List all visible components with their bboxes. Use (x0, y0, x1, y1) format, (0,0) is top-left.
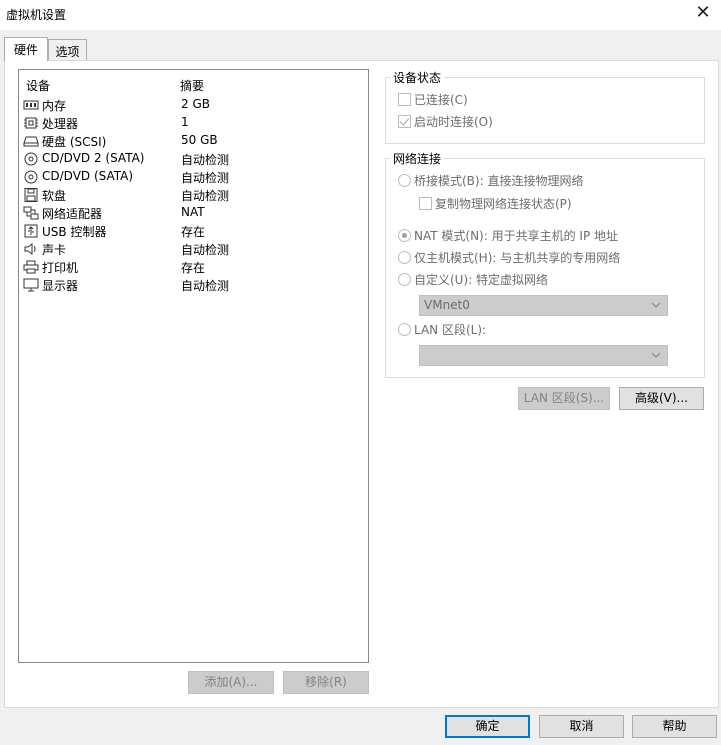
lan-segment-label: LAN 区段(L): (414, 323, 487, 337)
device-summary: 1 (181, 115, 189, 129)
custom-label: 自定义(U): 特定虚拟网络 (414, 273, 549, 287)
bridged-radio[interactable] (398, 174, 411, 187)
tab-options[interactable]: 选项 (48, 39, 87, 61)
device-name: 软盘 (42, 189, 67, 203)
device-row-memory[interactable]: 内存 2 GB (20, 96, 366, 114)
chevron-down-icon (651, 352, 661, 358)
memory-icon (23, 100, 39, 110)
device-name: 显示器 (42, 279, 79, 293)
device-row-processor[interactable]: 处理器 1 (20, 114, 366, 132)
connect-at-power-on-label: 启动时连接(O) (414, 115, 493, 129)
connected-label: 已连接(C) (414, 93, 468, 107)
hard-disk-icon (23, 136, 39, 147)
device-row-hard-disk[interactable]: 硬盘 (SCSI) 50 GB (20, 132, 366, 150)
title-bar: 虚拟机设置 ✕ (0, 0, 721, 30)
device-summary: 2 GB (181, 97, 210, 111)
cd-dvd-icon (24, 152, 38, 166)
device-name: 声卡 (42, 243, 67, 257)
device-summary: 存在 (181, 261, 206, 275)
window-title: 虚拟机设置 (6, 8, 67, 22)
device-row-display[interactable]: 显示器 自动检测 (20, 276, 366, 294)
usb-icon (24, 224, 38, 238)
device-row-floppy[interactable]: 软盘 自动检测 (20, 186, 366, 204)
device-row-usb-controller[interactable]: USB 控制器 存在 (20, 222, 366, 240)
device-name: CD/DVD 2 (SATA) (42, 151, 145, 165)
device-name: USB 控制器 (42, 225, 107, 239)
help-button[interactable]: 帮助 (632, 715, 717, 738)
add-device-button[interactable]: 添加(A)... (188, 671, 274, 694)
device-summary: 50 GB (181, 133, 218, 147)
device-name: 处理器 (42, 117, 79, 131)
device-name: 打印机 (42, 261, 79, 275)
device-summary: 自动检测 (181, 153, 230, 167)
remove-device-button[interactable]: 移除(R) (283, 671, 369, 694)
device-summary: 存在 (181, 225, 206, 239)
connect-at-power-on-checkbox[interactable] (398, 115, 411, 128)
network-adapter-icon (23, 206, 39, 220)
speaker-icon (24, 243, 36, 255)
lan-segment-select[interactable] (419, 345, 668, 366)
custom-radio[interactable] (398, 273, 411, 286)
replicate-state-checkbox[interactable] (419, 197, 432, 210)
custom-network-value: VMnet0 (424, 298, 470, 312)
close-icon[interactable]: ✕ (693, 3, 713, 23)
device-row-cd-dvd[interactable]: CD/DVD (SATA) 自动检测 (20, 168, 366, 186)
cancel-button[interactable]: 取消 (539, 715, 624, 738)
device-summary: 自动检测 (181, 171, 230, 185)
floppy-icon (24, 188, 38, 202)
tab-hardware[interactable]: 硬件 (4, 37, 48, 61)
monitor-icon (23, 278, 39, 292)
host-only-radio[interactable] (398, 251, 411, 264)
device-row-network-adapter[interactable]: 网络适配器 NAT (20, 204, 366, 222)
replicate-state-label: 复制物理网络连接状态(P) (435, 197, 572, 211)
device-row-printer[interactable]: 打印机 存在 (20, 258, 366, 276)
device-name: 内存 (42, 99, 67, 113)
chevron-down-icon (651, 302, 661, 308)
device-name: CD/DVD (SATA) (42, 169, 134, 183)
ok-button[interactable]: 确定 (445, 715, 530, 738)
nat-radio[interactable] (398, 229, 411, 242)
bridged-label: 桥接模式(B): 直接连接物理网络 (414, 174, 584, 188)
cpu-icon (24, 117, 38, 129)
advanced-button[interactable]: 高级(V)... (619, 387, 704, 410)
nat-label: NAT 模式(N): 用于共享主机的 IP 地址 (414, 229, 619, 243)
host-only-label: 仅主机模式(H): 与主机共享的专用网络 (414, 251, 621, 265)
lan-segments-button[interactable]: LAN 区段(S)... (518, 387, 610, 410)
device-status-group (385, 77, 705, 144)
device-list[interactable]: 设备 摘要 内存 2 GB 处理器 1 硬盘 (SCSI) 50 GB CD/D… (18, 69, 369, 663)
column-header-summary: 摘要 (180, 79, 205, 93)
network-connection-title: 网络连接 (390, 150, 445, 167)
connected-checkbox[interactable] (398, 93, 411, 106)
column-header-device: 设备 (26, 79, 51, 93)
cd-dvd-icon (24, 170, 38, 184)
device-summary: 自动检测 (181, 189, 230, 203)
device-name: 网络适配器 (42, 207, 103, 221)
device-summary: 自动检测 (181, 279, 230, 293)
device-summary: 自动检测 (181, 243, 230, 257)
printer-icon (23, 260, 39, 274)
device-row-cd-dvd-2[interactable]: CD/DVD 2 (SATA) 自动检测 (20, 150, 366, 168)
custom-network-select[interactable]: VMnet0 (419, 295, 668, 316)
device-summary: NAT (181, 205, 205, 219)
device-name: 硬盘 (SCSI) (42, 135, 107, 149)
device-row-sound-card[interactable]: 声卡 自动检测 (20, 240, 366, 258)
device-status-title: 设备状态 (390, 69, 445, 86)
lan-segment-radio[interactable] (398, 323, 411, 336)
